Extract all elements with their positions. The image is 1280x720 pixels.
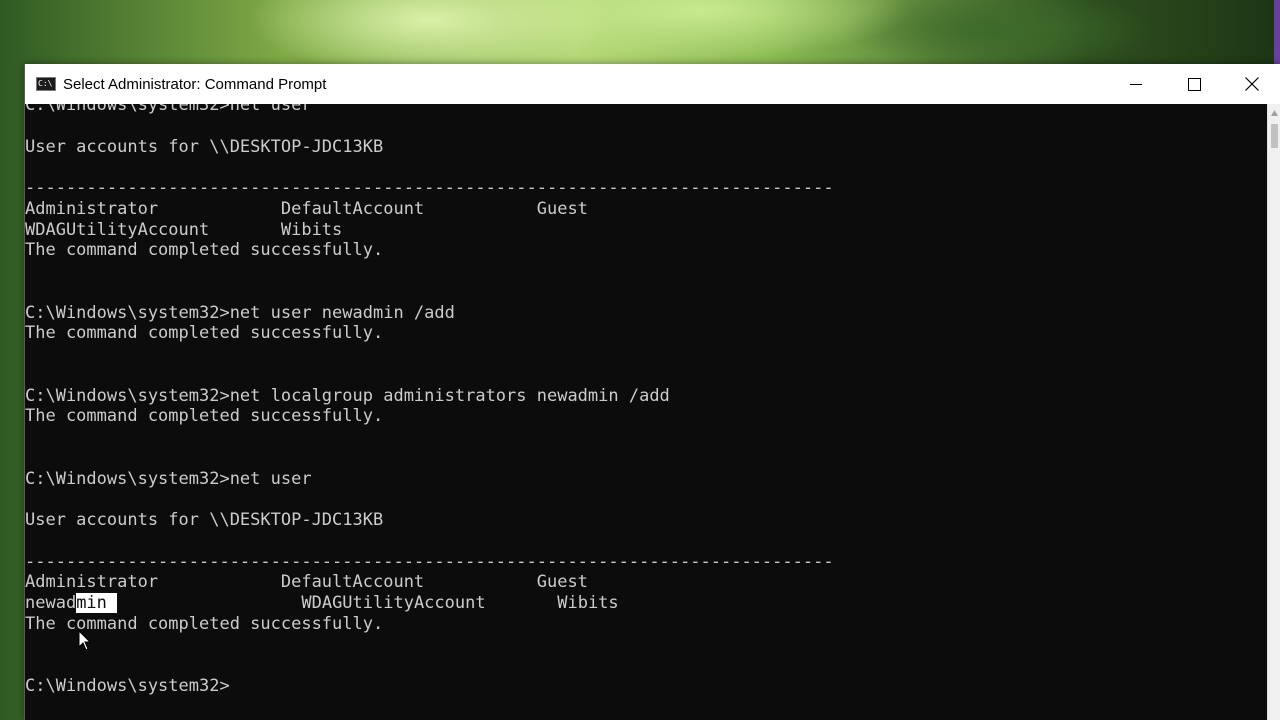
scrollbar-thumb[interactable] [1271,124,1278,148]
close-icon [1245,77,1259,91]
cmd-app-icon: C:\ [36,77,56,91]
mouse-pointer-icon [78,630,92,651]
console-line: The command completed successfully. [25,323,384,344]
console-output[interactable]: C:\Windows\system32>net user User accoun… [25,104,1268,720]
console-line: ----------------------------------------… [25,178,834,198]
minimize-button[interactable] [1107,64,1165,104]
command-prompt-window[interactable]: C:\ Select Administrator: Command Prompt [24,64,1280,720]
console-line: C:\Windows\system32>net user [25,468,312,489]
console-line: Administrator DefaultAccount Guest [25,572,588,593]
minimize-icon [1130,84,1142,85]
console-line: User accounts for \\DESKTOP-JDC13KB [25,136,384,157]
console-line-with-selection: newadmin WDAGUtilityAccount Wibits [25,593,834,614]
selection-pre-text: newad [25,593,77,613]
vertical-scrollbar[interactable] [1267,104,1280,720]
console-line: C:\Windows\system32>net localgroup admin… [25,385,670,406]
console-line: C:\Windows\system32>net user newadmin /a… [25,302,455,323]
window-title: Select Administrator: Command Prompt [63,75,327,93]
console-line: The command completed successfully. [25,613,384,634]
console-lines: C:\Windows\system32>net user User accoun… [25,104,834,697]
maximize-button[interactable] [1165,64,1223,104]
console-line: The command completed successfully. [25,406,384,427]
console-prompt-line[interactable]: C:\Windows\system32> [25,676,834,697]
scroll-up-arrow-icon[interactable] [1271,110,1278,116]
console-line: WDAGUtilityAccount Wibits [25,219,343,240]
maximize-icon [1187,77,1201,91]
text-selection[interactable]: min [76,593,118,613]
title-bar[interactable]: C:\ Select Administrator: Command Prompt [25,64,1280,104]
console-line: C:\Windows\system32>net user [25,104,312,115]
selection-post-text: WDAGUtilityAccount Wibits [117,593,619,613]
window-controls [1107,64,1280,104]
console-line: User accounts for \\DESKTOP-JDC13KB [25,510,384,530]
desktop-background-edge [1274,0,1280,64]
console-line: The command completed successfully. [25,240,384,261]
console-line: Administrator DefaultAccount Guest [25,198,588,219]
close-button[interactable] [1223,64,1280,104]
console-line: ----------------------------------------… [25,551,834,572]
